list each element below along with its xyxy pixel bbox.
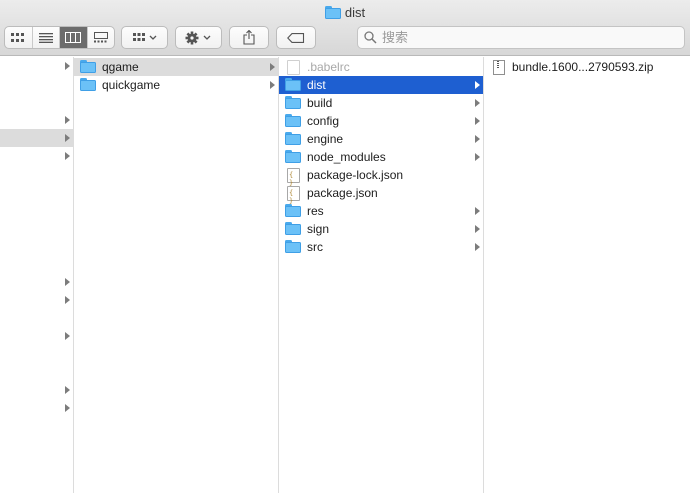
disclosure-arrow-icon[interactable] (65, 278, 70, 286)
tag-icon (287, 32, 305, 43)
share-button[interactable] (229, 26, 269, 49)
disclosure-arrow-icon (475, 81, 480, 89)
column-browser: qgame quickgame .babelrc dist build conf… (0, 57, 690, 493)
grid-icon (132, 32, 156, 41)
item-label: build (307, 96, 333, 110)
folder-icon (285, 96, 301, 109)
list-item-bundle-zip[interactable]: bundle.1600...2790593.zip (484, 58, 690, 76)
column-view-icon (65, 32, 82, 43)
list-item-config[interactable]: config (279, 112, 483, 130)
item-label: src (307, 240, 323, 254)
item-label: package-lock.json (307, 168, 404, 182)
window-title-text: dist (344, 5, 366, 20)
column-4: bundle.1600...2790593.zip (484, 57, 690, 493)
folder-icon (285, 78, 301, 91)
list-item-package-lock-json[interactable]: package-lock.json (279, 166, 483, 187)
disclosure-arrow-icon (475, 225, 480, 233)
gear-icon (185, 31, 210, 44)
column-3: .babelrc dist build config engine node_m… (279, 57, 484, 493)
search-input[interactable] (382, 30, 672, 45)
disclosure-arrow-icon (270, 81, 275, 89)
list-item-node-modules[interactable]: node_modules (279, 148, 483, 166)
disclosure-arrow-icon (475, 99, 480, 107)
disclosure-arrow-icon (475, 243, 480, 251)
disclosure-arrow-icon[interactable] (65, 404, 70, 412)
item-label: package.json (307, 186, 378, 200)
folder-icon (285, 132, 301, 145)
list-item-package-json[interactable]: package.json (279, 184, 483, 205)
disclosure-arrow-icon[interactable] (65, 152, 70, 160)
item-label: qgame (102, 60, 139, 74)
disclosure-arrow-icon[interactable] (65, 332, 70, 340)
selected-row-highlight[interactable] (0, 129, 73, 147)
document-icon (287, 60, 300, 75)
disclosure-arrow-icon[interactable] (65, 62, 70, 70)
folder-icon (80, 78, 96, 91)
group-by-button[interactable] (121, 26, 168, 49)
window-title: dist (0, 5, 690, 20)
item-label: config (307, 114, 340, 128)
json-file-icon (287, 168, 300, 187)
list-view-icon (38, 32, 53, 43)
folder-icon (80, 60, 96, 73)
list-item-engine[interactable]: engine (279, 130, 483, 148)
tags-button[interactable] (276, 26, 316, 49)
icon-view-button[interactable] (5, 27, 33, 48)
folder-icon (324, 6, 341, 19)
column-1[interactable] (0, 57, 74, 493)
zip-file-icon (493, 60, 505, 75)
action-menu-button[interactable] (175, 26, 222, 49)
disclosure-arrow-icon[interactable] (65, 296, 70, 304)
search-icon (364, 31, 377, 44)
disclosure-arrow-icon[interactable] (65, 386, 70, 394)
list-item-qgame[interactable]: qgame (74, 58, 278, 76)
disclosure-arrow-icon[interactable] (65, 116, 70, 124)
list-item-babelrc[interactable]: .babelrc (279, 58, 483, 76)
folder-icon (285, 240, 301, 253)
icon-view-icon (11, 32, 25, 42)
item-label: sign (307, 222, 330, 236)
list-view-button[interactable] (33, 27, 60, 48)
list-item-dist[interactable]: dist (279, 76, 483, 94)
list-item-res[interactable]: res (279, 202, 483, 220)
list-item-quickgame[interactable]: quickgame (74, 76, 278, 94)
list-item-src[interactable]: src (279, 238, 483, 256)
disclosure-arrow-icon (475, 207, 480, 215)
item-label: res (307, 204, 324, 218)
list-item-build[interactable]: build (279, 94, 483, 112)
json-file-icon (287, 186, 300, 205)
disclosure-arrow-icon (270, 63, 275, 71)
list-item-sign[interactable]: sign (279, 220, 483, 238)
toolbar: dist (0, 0, 690, 56)
folder-icon (285, 222, 301, 235)
search-field[interactable] (357, 26, 685, 49)
column-2: qgame quickgame (74, 57, 279, 493)
view-mode-segmented-control (4, 26, 115, 49)
disclosure-arrow-icon[interactable] (65, 134, 70, 142)
gallery-view-button[interactable] (88, 27, 115, 48)
item-label: .babelrc (307, 60, 350, 74)
item-label: node_modules (307, 150, 386, 164)
gallery-view-icon (93, 32, 108, 43)
share-icon (243, 30, 255, 45)
item-label: dist (307, 78, 326, 92)
item-label: quickgame (102, 78, 161, 92)
disclosure-arrow-icon (475, 135, 480, 143)
folder-icon (285, 114, 301, 127)
disclosure-arrow-icon (475, 153, 480, 161)
folder-icon (285, 204, 301, 217)
disclosure-arrow-icon (475, 117, 480, 125)
folder-icon (285, 150, 301, 163)
item-label: engine (307, 132, 344, 146)
item-label: bundle.1600...2790593.zip (512, 60, 654, 74)
column-view-button[interactable] (60, 27, 88, 48)
